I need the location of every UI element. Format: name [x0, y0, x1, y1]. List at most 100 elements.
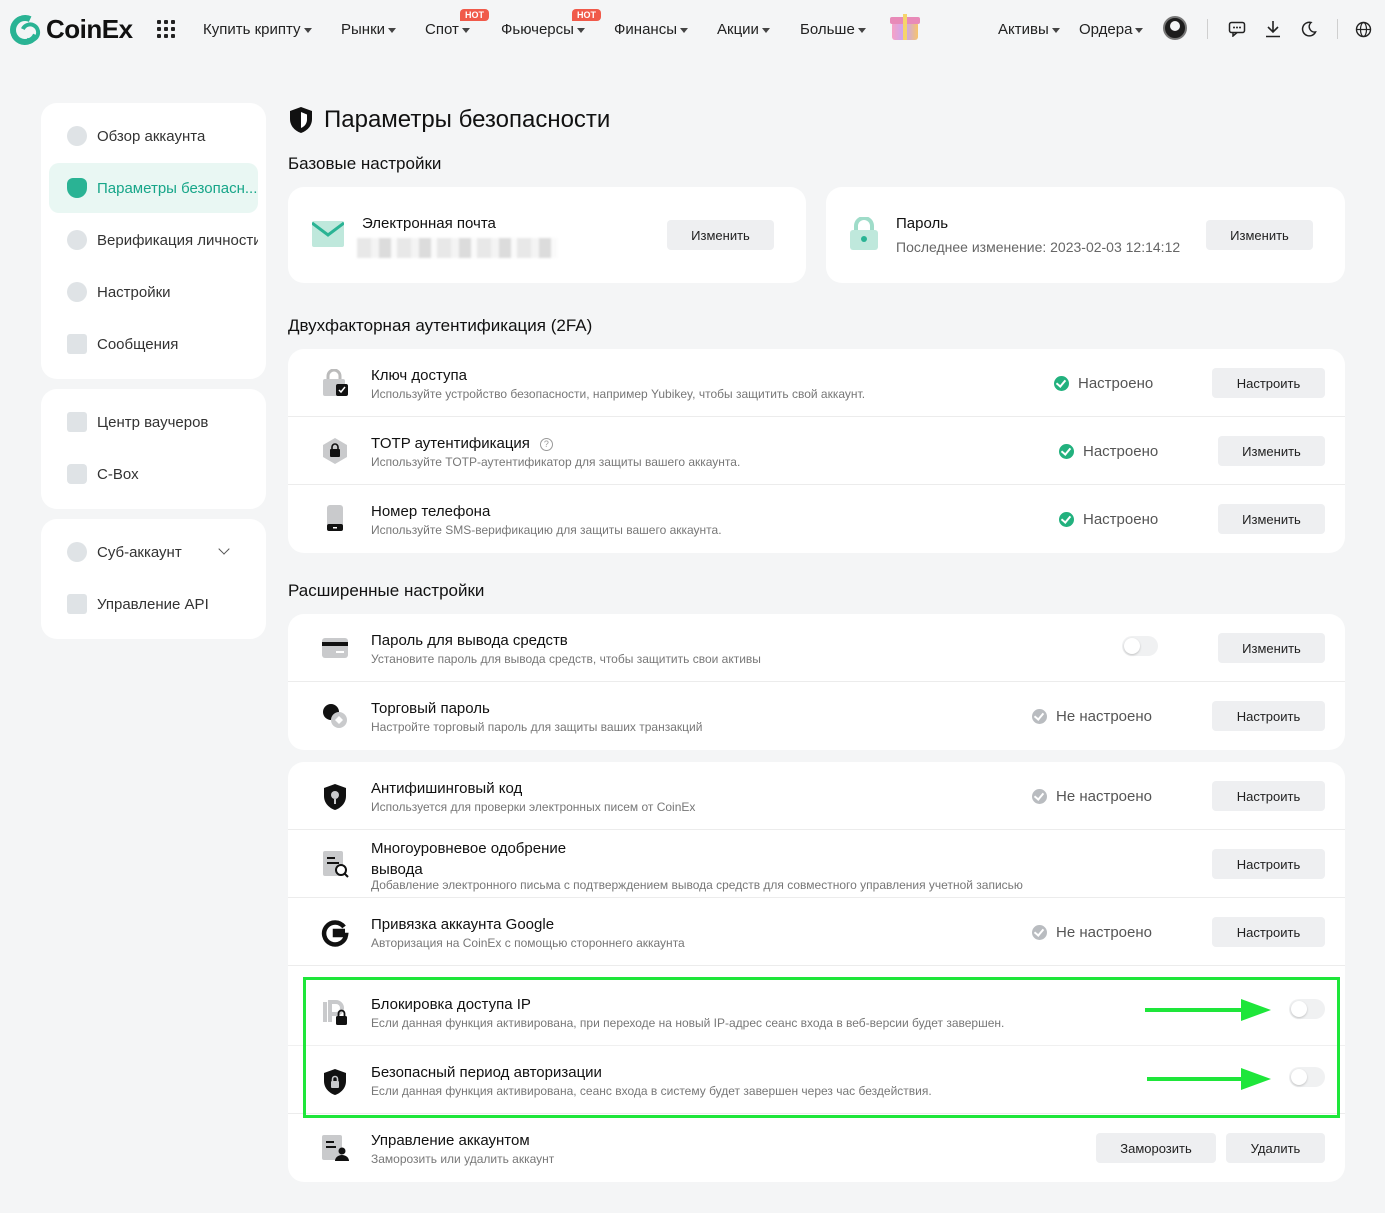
change-withdraw-password-button[interactable]: Изменить: [1218, 633, 1325, 663]
sidebar-item-cbox[interactable]: C-Box: [49, 449, 258, 499]
advanced-card-1: Пароль для вывода средств Установите пар…: [288, 614, 1345, 750]
nav-orders[interactable]: Ордера: [1079, 21, 1144, 38]
nav-label: Купить крипту: [203, 21, 301, 38]
status-badge: Настроено: [1059, 443, 1158, 460]
sidebar-item-security[interactable]: Параметры безопасн...: [49, 163, 258, 213]
highlight-box: [303, 977, 1340, 1118]
nav-markets[interactable]: Рынки: [341, 21, 397, 38]
change-totp-button[interactable]: Изменить: [1218, 436, 1325, 466]
box-icon: [67, 464, 87, 484]
nav-futures[interactable]: Фьючерсы HOT: [501, 9, 601, 38]
change-phone-button[interactable]: Изменить: [1218, 504, 1325, 534]
help-icon[interactable]: ?: [539, 438, 553, 451]
card-icon: [322, 638, 348, 658]
configure-anti-phishing-button[interactable]: Настроить: [1212, 781, 1325, 811]
check-circle-icon: [1054, 376, 1069, 391]
caret-down-icon: [857, 28, 866, 33]
status-text: Не настроено: [1056, 708, 1152, 725]
anti-phishing-desc: Используется для проверки электронных пи…: [371, 800, 696, 814]
email-card: Электронная почта Изменить: [288, 187, 806, 283]
caret-down-icon: [679, 28, 688, 33]
freeze-account-button[interactable]: Заморозить: [1096, 1133, 1216, 1163]
sidebar-item-label: Настройки: [97, 283, 171, 301]
message-icon: [67, 334, 87, 354]
api-icon: [67, 594, 87, 614]
sidebar-item-verification[interactable]: Верификация личности: [49, 215, 258, 265]
sidebar-item-messages[interactable]: Сообщения: [49, 319, 258, 369]
password-title: Пароль: [896, 215, 949, 232]
account-manage-desc: Заморозить или удалить аккаунт: [371, 1152, 555, 1166]
list-item: TOTP аутентификация? Используйте TOTP-ау…: [288, 417, 1345, 485]
sidebar-item-label: Суб-аккаунт: [97, 543, 182, 561]
nav-spot[interactable]: Спот HOT: [425, 9, 489, 38]
status-text: Настроено: [1078, 375, 1154, 392]
advanced-card-2: Антифишинговый код Используется для пров…: [288, 762, 1345, 1182]
nav-stocks[interactable]: Акции: [717, 21, 770, 38]
nav-finance[interactable]: Финансы: [614, 21, 688, 38]
change-email-button[interactable]: Изменить: [667, 220, 774, 250]
gift-icon[interactable]: [888, 10, 920, 42]
users-icon: [67, 542, 87, 562]
nav-label: Фьючерсы: [501, 21, 574, 38]
status-badge: Не настроено: [1032, 924, 1152, 941]
list-item: Номер телефона Используйте SMS-верификац…: [288, 485, 1345, 553]
sidebar-account-group: Обзор аккаунта Параметры безопасн... Вер…: [41, 103, 266, 379]
account-manage-title: Управление аккаунтом: [371, 1132, 530, 1149]
sidebar-item-settings[interactable]: Настройки: [49, 267, 258, 317]
apps-grid-icon[interactable]: [157, 20, 175, 38]
sidebar-item-label: C-Box: [97, 465, 139, 483]
coinex-logo-icon: [5, 10, 45, 49]
status-badge: Не настроено: [1032, 708, 1152, 725]
caret-down-icon: [1135, 28, 1144, 33]
configure-multi-approval-button[interactable]: Настроить: [1212, 849, 1325, 879]
configure-google-button[interactable]: Настроить: [1212, 917, 1325, 947]
passkey-title: Ключ доступа: [371, 367, 467, 384]
chevron-down-icon: [218, 543, 230, 555]
page-title-text: Параметры безопасности: [324, 106, 611, 133]
totp-desc: Используйте TOTP-аутентификатор для защи…: [371, 455, 741, 469]
nav-label: Акции: [717, 21, 759, 38]
sidebar-item-label: Управление API: [97, 595, 209, 613]
configure-passkey-button[interactable]: Настроить: [1212, 368, 1325, 398]
hot-badge: HOT: [460, 9, 489, 21]
anti-phishing-shield-icon: [324, 784, 346, 810]
lock-icon: [850, 217, 878, 250]
multi-approval-desc: Добавление электронного письма с подтвер…: [371, 878, 1023, 892]
sidebar-item-label: Верификация личности: [97, 231, 258, 249]
withdraw-password-toggle[interactable]: [1122, 636, 1158, 656]
delete-account-button[interactable]: Удалить: [1226, 1133, 1325, 1163]
sidebar-item-subaccount[interactable]: Суб-аккаунт: [49, 527, 258, 577]
sidebar-item-vouchers[interactable]: Центр ваучеров: [49, 397, 258, 447]
nav-label: Больше: [800, 21, 855, 38]
nav-label: Активы: [998, 21, 1049, 38]
status-badge: Настроено: [1059, 511, 1158, 528]
arrow-right-icon: [1147, 1068, 1271, 1090]
nav-buy-crypto[interactable]: Купить крипту: [203, 21, 312, 38]
change-password-button[interactable]: Изменить: [1206, 220, 1313, 250]
nav-more[interactable]: Больше: [800, 21, 866, 38]
sidebar-item-overview[interactable]: Обзор аккаунта: [49, 111, 258, 161]
section-2fa-title: Двухфакторная аутентификация (2FA): [288, 316, 593, 335]
google-icon: [321, 920, 349, 947]
nav-assets[interactable]: Активы: [998, 21, 1060, 38]
email-title: Электронная почта: [362, 215, 496, 232]
multi-approval-title-line2: вывода: [371, 861, 423, 878]
moon-icon[interactable]: [1299, 19, 1319, 39]
google-title: Привязка аккаунта Google: [371, 916, 555, 933]
coinex-logo[interactable]: CoinEx: [5, 10, 133, 49]
sidebar-item-api[interactable]: Управление API: [49, 579, 258, 629]
chat-icon[interactable]: [1227, 19, 1247, 39]
sidebar-item-label: Параметры безопасн...: [97, 179, 258, 197]
nav-label: Рынки: [341, 21, 386, 38]
globe-icon[interactable]: [1353, 19, 1373, 39]
caret-down-icon: [1051, 28, 1060, 33]
email-value-redacted: [357, 238, 557, 258]
avatar[interactable]: [1163, 16, 1187, 40]
totp-title: TOTP аутентификация?: [371, 435, 553, 452]
download-icon[interactable]: [1263, 19, 1283, 39]
configure-trade-password-button[interactable]: Настроить: [1212, 701, 1325, 731]
page-title: Параметры безопасности: [288, 106, 610, 134]
withdraw-password-desc: Установите пароль для вывода средств, чт…: [371, 652, 761, 666]
password-card: Пароль Последнее изменение: 2023-02-03 1…: [826, 187, 1345, 283]
hot-badge: HOT: [572, 9, 601, 21]
